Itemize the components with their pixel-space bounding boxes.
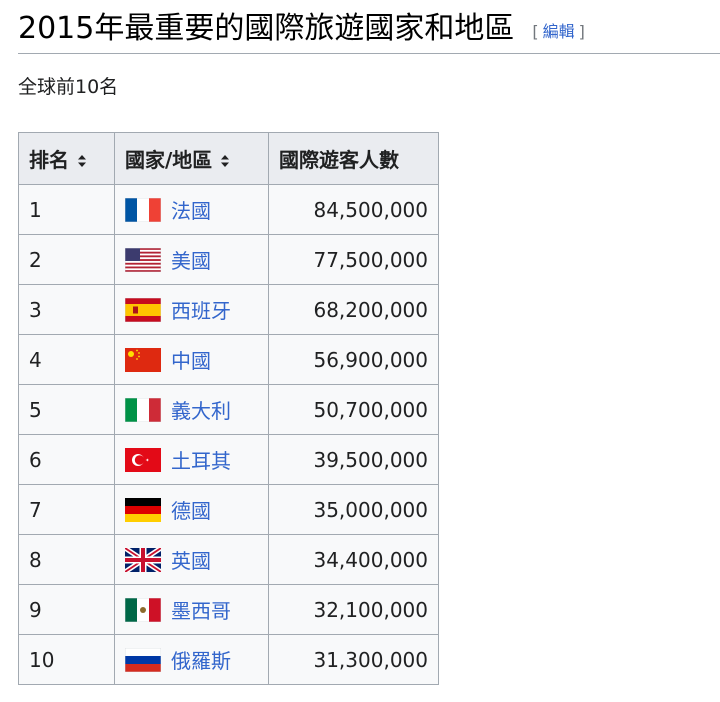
country-cell: 法國 [114,184,269,235]
column-header-rank-label: 排名 [29,147,69,172]
country-cell: 義大利 [114,384,269,435]
rank-cell: 1 [18,184,115,235]
mexico-flag-icon[interactable] [125,597,161,622]
visitors-cell: 50,700,000 [268,384,439,435]
section-title: 2015年最重要的國際旅遊國家和地區 [18,11,515,46]
visitors-cell: 56,900,000 [268,334,439,385]
visitors-cell: 32,100,000 [268,584,439,635]
country-cell: 西班牙 [114,284,269,335]
rank-cell: 7 [18,484,115,535]
edit-bracket-close: ] [578,22,585,41]
rank-cell: 4 [18,334,115,385]
country-link[interactable]: 墨西哥 [171,595,231,624]
uk-flag-icon[interactable] [125,547,161,572]
table-row: 3 西班牙 68,200,000 [18,284,439,335]
spain-flag-icon[interactable] [125,297,161,322]
sort-icon [77,149,87,173]
column-header-visitors: 國際遊客人數 [268,132,439,185]
country-link[interactable]: 土耳其 [171,445,231,474]
country-link[interactable]: 德國 [171,495,211,524]
column-header-country-label: 國家/地區 [125,147,213,172]
ranking-table: 排名 國家/地區 國際遊客人數 1 法國 84,500,000 2 美國 77,… [18,132,439,685]
rank-cell: 9 [18,584,115,635]
sort-icon [220,149,230,173]
country-cell: 中國 [114,334,269,385]
section-heading: 2015年最重要的國際旅遊國家和地區 [編輯] [18,6,720,54]
usa-flag-icon[interactable] [125,247,161,272]
visitors-cell: 35,000,000 [268,484,439,535]
country-cell: 土耳其 [114,434,269,485]
rank-cell: 6 [18,434,115,485]
table-row: 6 土耳其 39,500,000 [18,434,439,485]
germany-flag-icon[interactable] [125,497,161,522]
visitors-cell: 68,200,000 [268,284,439,335]
country-cell: 墨西哥 [114,584,269,635]
edit-link[interactable]: 編輯 [539,22,579,41]
rank-cell: 8 [18,534,115,585]
france-flag-icon[interactable] [125,197,161,222]
country-link[interactable]: 西班牙 [171,295,231,324]
edit-section: [編輯] [532,19,585,45]
rank-cell: 5 [18,384,115,435]
russia-flag-icon[interactable] [125,647,161,672]
country-cell: 俄羅斯 [114,634,269,685]
table-row: 4 中國 56,900,000 [18,334,439,385]
table-caption: 全球前10名 [18,76,119,98]
country-cell: 美國 [114,234,269,285]
country-link[interactable]: 中國 [171,345,211,374]
column-header-country[interactable]: 國家/地區 [114,132,269,185]
visitors-cell: 34,400,000 [268,534,439,585]
visitors-cell: 39,500,000 [268,434,439,485]
table-header-row: 排名 國家/地區 國際遊客人數 [18,132,439,185]
country-link[interactable]: 義大利 [171,395,231,424]
country-link[interactable]: 英國 [171,545,211,574]
visitors-cell: 84,500,000 [268,184,439,235]
italy-flag-icon[interactable] [125,397,161,422]
column-header-rank[interactable]: 排名 [18,132,115,185]
visitors-cell: 77,500,000 [268,234,439,285]
table-row: 10 俄羅斯 31,300,000 [18,634,439,685]
country-cell: 英國 [114,534,269,585]
table-row: 2 美國 77,500,000 [18,234,439,285]
table-row: 1 法國 84,500,000 [18,184,439,235]
turkey-flag-icon[interactable] [125,447,161,472]
rank-cell: 3 [18,284,115,335]
country-link[interactable]: 法國 [171,195,211,224]
edit-bracket-open: [ [532,22,539,41]
rank-cell: 2 [18,234,115,285]
table-row: 5 義大利 50,700,000 [18,384,439,435]
column-header-visitors-label: 國際遊客人數 [279,148,399,172]
table-row: 9 墨西哥 32,100,000 [18,584,439,635]
rank-cell: 10 [18,634,115,685]
country-link[interactable]: 俄羅斯 [171,645,231,674]
china-flag-icon[interactable] [125,347,161,372]
table-row: 8 英國 34,400,000 [18,534,439,585]
table-row: 7 德國 35,000,000 [18,484,439,535]
visitors-cell: 31,300,000 [268,634,439,685]
country-cell: 德國 [114,484,269,535]
country-link[interactable]: 美國 [171,245,211,274]
